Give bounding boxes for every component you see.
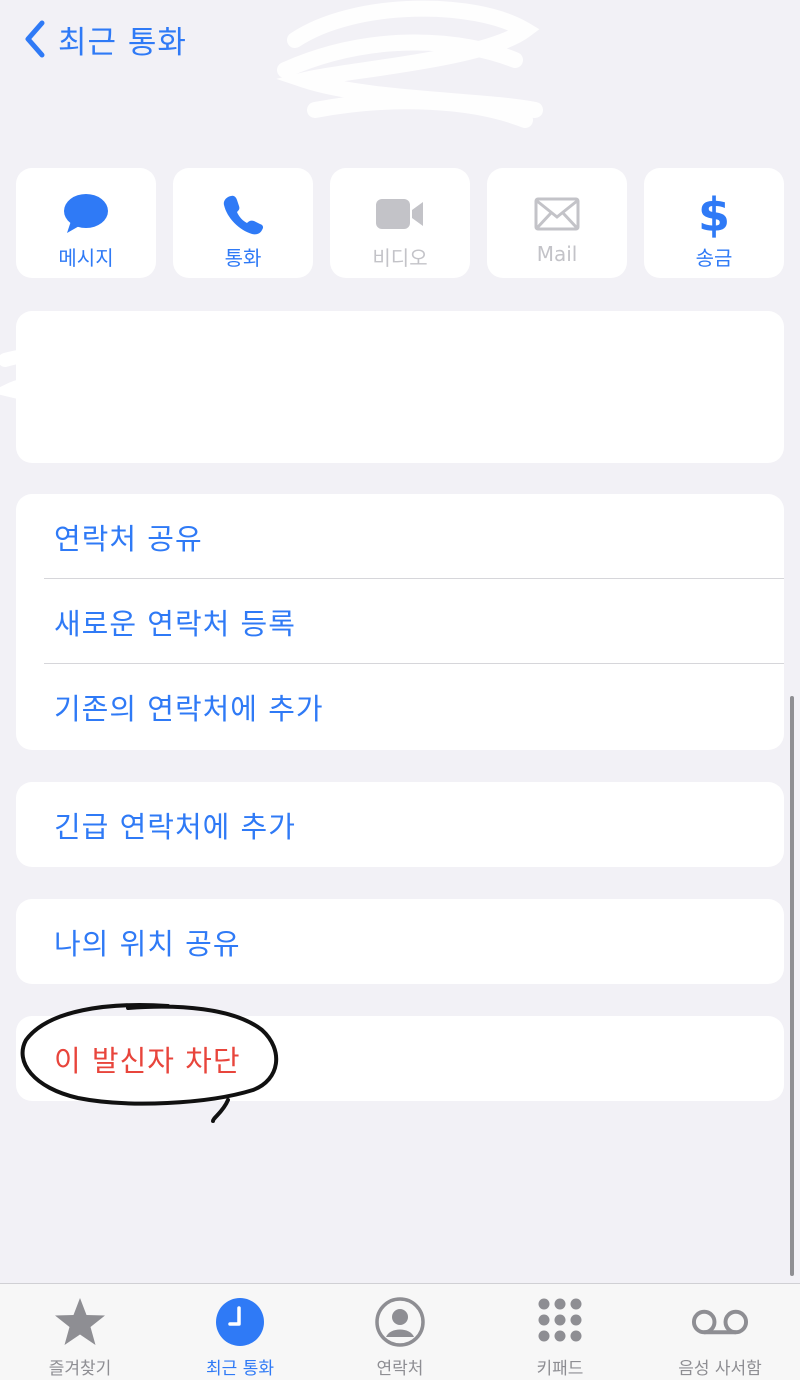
create-new-contact-row[interactable]: 새로운 연락처 등록 <box>16 579 784 664</box>
dollar-icon: $ <box>684 184 744 244</box>
send-money-label: 송금 <box>695 246 733 270</box>
send-money-button[interactable]: $ 송금 <box>644 168 784 278</box>
block-caller-label: 이 발신자 차단 <box>54 1043 241 1078</box>
share-location-label: 나의 위치 공유 <box>54 926 241 961</box>
video-label: 비디오 <box>372 246 428 270</box>
emergency-contact-card: 긴급 연락처에 추가 <box>16 782 784 867</box>
block-caller-row[interactable]: 이 발신자 차단 <box>16 1016 784 1101</box>
phone-icon <box>213 184 273 244</box>
contact-actions: 메시지 통화 비디오 Mail $ 송금 <box>16 168 784 278</box>
person-circle-icon <box>370 1292 430 1352</box>
mail-button[interactable]: Mail <box>487 168 627 278</box>
clock-icon <box>210 1292 270 1352</box>
mail-label: Mail <box>536 242 578 266</box>
phone-number-card[interactable] <box>16 311 784 463</box>
add-to-existing-contact-label: 기존의 연락처에 추가 <box>54 691 324 726</box>
tab-recents[interactable]: 최근 통화 <box>160 1284 320 1380</box>
share-contact-row[interactable]: 연락처 공유 <box>16 494 784 579</box>
chevron-left-icon <box>25 20 45 58</box>
video-button[interactable]: 비디오 <box>330 168 470 278</box>
create-new-contact-label: 새로운 연락처 등록 <box>54 606 296 641</box>
tab-keypad[interactable]: 키패드 <box>480 1284 640 1380</box>
back-label: 최근 통화 <box>58 24 187 61</box>
add-emergency-contact-row[interactable]: 긴급 연락처에 추가 <box>16 782 784 867</box>
block-caller-card: 이 발신자 차단 <box>16 1016 784 1101</box>
message-bubble-icon <box>56 184 116 244</box>
tab-contacts-label: 연락처 <box>376 1359 424 1379</box>
share-contact-label: 연락처 공유 <box>54 521 203 556</box>
tab-favorites-label: 즐겨찾기 <box>48 1359 112 1379</box>
redaction-scribble <box>276 0 543 128</box>
message-button[interactable]: 메시지 <box>16 168 156 278</box>
add-emergency-contact-label: 긴급 연락처에 추가 <box>54 809 296 844</box>
star-icon <box>50 1292 110 1352</box>
scrollbar[interactable] <box>790 696 794 1276</box>
add-to-existing-contact-row[interactable]: 기존의 연락처에 추가 <box>16 664 784 749</box>
redaction-scribble <box>0 347 120 417</box>
tab-bar: 즐겨찾기 최근 통화 연락처 키패드 음성 사서함 <box>0 1283 800 1380</box>
keypad-icon <box>530 1292 590 1352</box>
tab-voicemail-label: 음성 사서함 <box>678 1359 762 1379</box>
svg-text:$: $ <box>698 189 730 239</box>
tab-recents-label: 최근 통화 <box>206 1359 274 1379</box>
back-button[interactable]: 최근 통화 <box>22 16 187 62</box>
tab-voicemail[interactable]: 음성 사서함 <box>640 1284 800 1380</box>
contact-options-card: 연락처 공유 새로운 연락처 등록 기존의 연락처에 추가 <box>16 494 784 750</box>
message-label: 메시지 <box>58 246 114 270</box>
voicemail-icon <box>690 1292 750 1352</box>
tab-favorites[interactable]: 즐겨찾기 <box>0 1284 160 1380</box>
tab-contacts[interactable]: 연락처 <box>320 1284 480 1380</box>
share-location-row[interactable]: 나의 위치 공유 <box>16 899 784 984</box>
mail-icon <box>527 184 587 244</box>
share-location-card: 나의 위치 공유 <box>16 899 784 984</box>
call-button[interactable]: 통화 <box>173 168 313 278</box>
tab-keypad-label: 키패드 <box>536 1359 584 1379</box>
call-label: 통화 <box>224 246 262 270</box>
video-icon <box>370 184 430 244</box>
